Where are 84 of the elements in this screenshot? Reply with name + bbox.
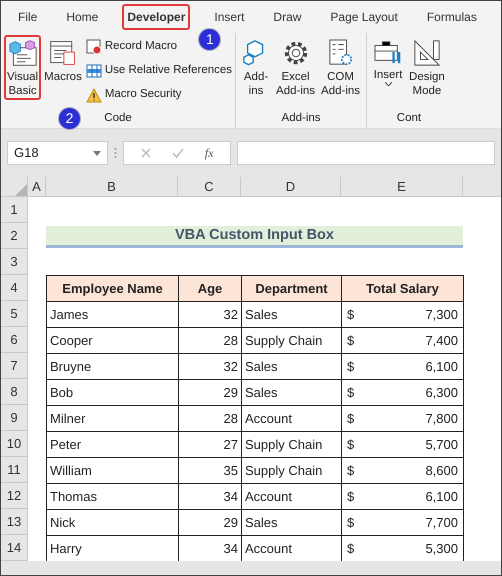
row-header[interactable]: 8 [1,379,28,405]
group-label: Add-ins [282,112,321,124]
column-heading: Total Salary [341,275,464,302]
cell-value: 7,300 [425,306,459,324]
column-header[interactable]: C [178,177,241,197]
column-header[interactable] [463,177,501,197]
cell-value: 6,100 [425,488,459,506]
row-header[interactable]: 14 [1,535,28,561]
macro-sheet-icon [48,39,77,67]
row-header[interactable]: 13 [1,509,28,535]
formula-input[interactable] [237,141,495,165]
row-header[interactable]: 7 [1,353,28,379]
currency-symbol: $ [346,332,354,350]
column-heading: Age [178,275,242,302]
cell-value: 6,100 [425,358,459,376]
ribbon-tab[interactable]: Draw [268,4,306,30]
currency-symbol: $ [346,410,354,428]
ribbon-tab[interactable]: Formulas [422,4,482,30]
caret-icon [384,82,392,86]
dropdown-icon [93,150,101,156]
toolbox-icon [373,39,404,65]
column-header[interactable]: E [341,177,463,197]
column-header[interactable]: A [28,177,46,197]
ribbon-tab[interactable]: Developer [122,4,190,30]
row-header[interactable]: 10 [1,431,28,457]
currency-symbol: $ [346,358,354,376]
cell-value: 7,400 [425,332,459,350]
ribbon-button[interactable]: COM Add-ins [318,35,364,100]
row-header[interactable]: 1 [1,197,28,223]
column-heading: Employee Name [46,275,179,302]
ribbon-button[interactable]: Insert [370,35,406,88]
more-icon [114,147,117,159]
cell-value: 8,600 [425,462,459,480]
ribbon-small-button[interactable]: Macro Security [86,85,182,105]
ribbon-button[interactable]: Design Mode [406,35,448,100]
cell-value: 7,700 [425,514,459,532]
ribbon-tab[interactable]: Insert [209,4,250,30]
row-header[interactable]: 11 [1,457,28,483]
cancel-icon[interactable] [140,148,151,158]
ruler-triangle-icon [412,39,441,67]
table-grid-icon [86,64,102,78]
cell-value: 7,800 [425,410,459,428]
ribbon-tab[interactable]: Page Layout [325,4,403,30]
group-label: Cont [396,112,422,124]
cell-value: 6,300 [425,384,459,402]
callout-number: 1 [198,28,222,51]
ribbon-tab[interactable]: Home [61,4,104,30]
ribbon-small-button[interactable]: Record Macro [86,37,178,57]
row-header[interactable]: 2 [1,223,28,249]
ribbon-small-button[interactable]: Use Relative References [86,61,232,81]
column-heading: Department [241,275,342,302]
cell-reference: G18 [14,144,39,162]
row-header[interactable]: 12 [1,483,28,509]
currency-symbol: $ [346,488,354,506]
ribbon-button[interactable]: Macros [41,35,85,86]
cell-value: 5,700 [425,436,459,454]
currency-symbol: $ [346,384,354,402]
row-header[interactable]: 4 [1,275,28,301]
currency-symbol: $ [346,436,354,454]
row-header[interactable]: 6 [1,327,28,353]
currency-symbol: $ [346,540,354,558]
callout-number: 2 [58,107,81,130]
currency-symbol: $ [346,306,354,324]
row-header[interactable]: 3 [1,249,28,275]
ribbon-button[interactable]: Visual Basic [4,35,42,100]
insert-function-button[interactable]: fx [204,144,214,162]
currency-symbol: $ [346,514,354,532]
row-header[interactable]: 5 [1,301,28,327]
currency-symbol: $ [346,462,354,480]
list-gear-icon [328,39,354,67]
code-window-icon [8,39,38,67]
ribbon-button[interactable]: Excel Add-ins [273,35,318,100]
group-label: Code [104,112,132,124]
cell-value: 5,300 [425,540,459,558]
check-icon[interactable] [172,148,184,158]
ribbon-button[interactable]: Add-ins [239,35,274,100]
ribbon-tab[interactable]: File [13,4,42,30]
name-box[interactable]: G18 [7,141,108,165]
row-header[interactable]: 9 [1,405,28,431]
column-header[interactable]: B [46,177,178,197]
column-header[interactable]: D [241,177,341,197]
title-banner: VBA Custom Input Box [46,226,463,248]
record-icon [86,39,102,55]
warning-icon [86,88,102,102]
